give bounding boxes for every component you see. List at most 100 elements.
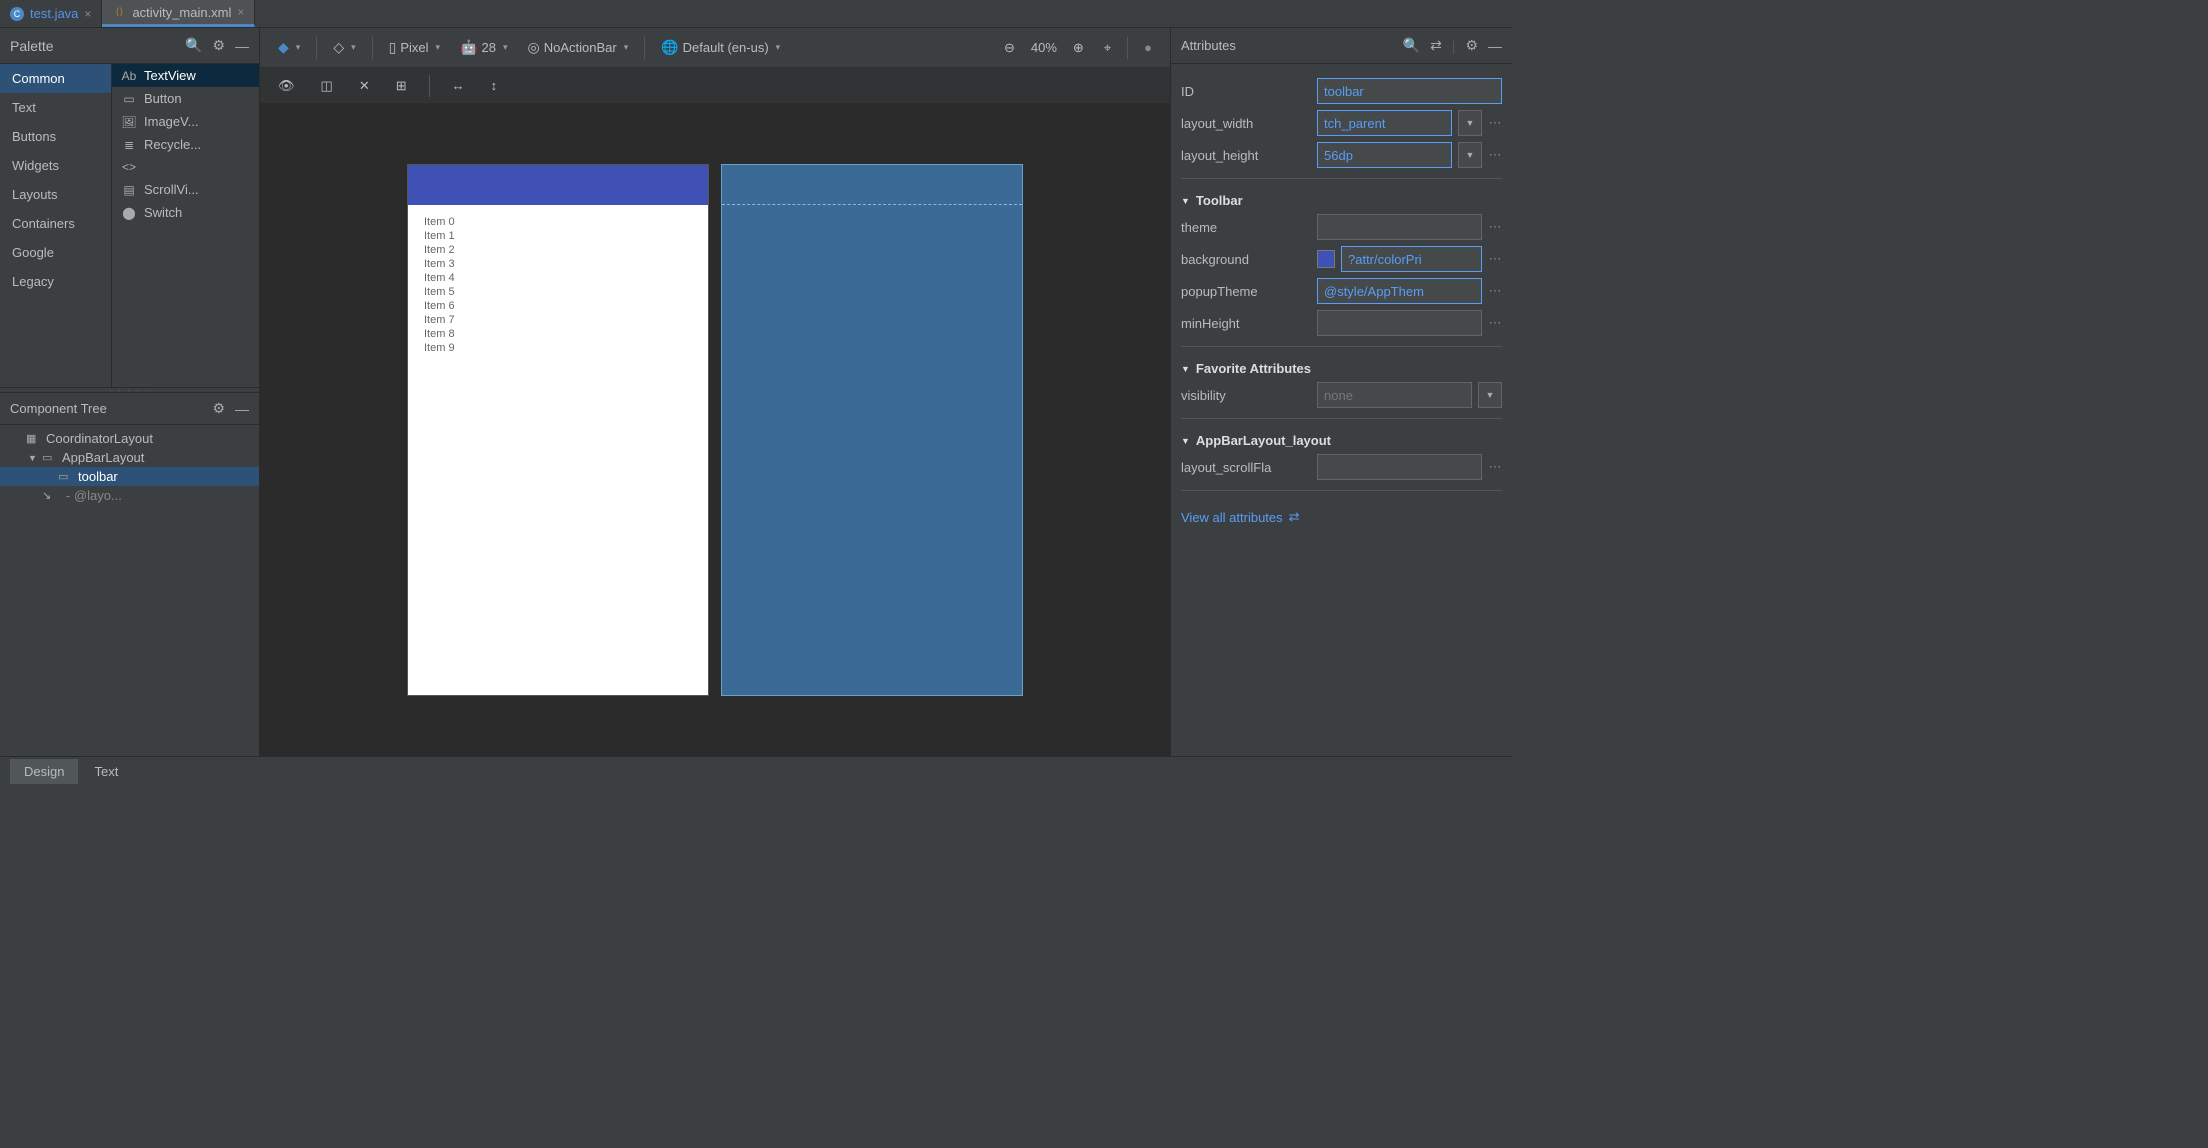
locale-selector[interactable]: 🌐Default (en-us): [653, 35, 788, 60]
design-surface[interactable]: Item 0Item 1Item 2Item 3Item 4Item 5Item…: [260, 104, 1170, 756]
swap-icon: ⇄: [1289, 509, 1300, 525]
tree-row[interactable]: ▦CoordinatorLayout: [0, 429, 259, 448]
tree-label: AppBarLayout: [62, 450, 144, 465]
dropdown-icon[interactable]: ▼: [1478, 382, 1502, 408]
gear-icon[interactable]: ⚙: [1465, 37, 1478, 54]
palette-category-layouts[interactable]: Layouts: [0, 180, 111, 209]
palette-category-text[interactable]: Text: [0, 93, 111, 122]
gear-icon[interactable]: ⚙: [212, 37, 225, 54]
xml-file-icon: ⟨⟩: [112, 5, 126, 19]
tree-row[interactable]: ▼ ▭ AppBarLayout: [0, 448, 259, 467]
attributes-title: Attributes: [1181, 38, 1403, 53]
more-icon[interactable]: ⋯: [1488, 251, 1502, 267]
autoconnect-icon[interactable]: ✕: [351, 74, 378, 98]
more-icon[interactable]: ⋯: [1488, 459, 1502, 475]
device-selector[interactable]: ▯Pixel: [381, 35, 448, 60]
min-height-field[interactable]: [1317, 310, 1482, 336]
search-icon[interactable]: 🔍: [1403, 37, 1420, 54]
api-selector[interactable]: 🤖28: [452, 35, 515, 60]
minimize-icon[interactable]: —: [1488, 38, 1502, 54]
layout-width-field[interactable]: tch_parent: [1317, 110, 1452, 136]
clear-constraints-icon[interactable]: ⊞: [388, 74, 415, 98]
view-all-attributes-link[interactable]: View all attributes⇄: [1181, 509, 1502, 525]
palette-item[interactable]: ▭Button: [112, 87, 259, 110]
more-icon[interactable]: ⋯: [1488, 147, 1502, 163]
blueprint-toolbar[interactable]: [722, 165, 1022, 205]
palette-category-widgets[interactable]: Widgets: [0, 151, 111, 180]
list-item: Item 7: [424, 313, 692, 327]
palette-item-label: ScrollVi...: [144, 182, 199, 197]
search-icon[interactable]: 🔍: [185, 37, 202, 54]
id-field[interactable]: [1317, 78, 1502, 104]
expand-icon[interactable]: ⇄: [1430, 37, 1442, 54]
close-icon[interactable]: ×: [84, 7, 91, 21]
palette-category-legacy[interactable]: Legacy: [0, 267, 111, 296]
palette-item[interactable]: ▤ScrollVi...: [112, 178, 259, 201]
palette-category-common[interactable]: Common: [0, 64, 111, 93]
dropdown-icon[interactable]: ▼: [1458, 142, 1482, 168]
attr-label-width: layout_width: [1181, 116, 1311, 131]
warnings-icon[interactable]: ●: [1136, 36, 1160, 59]
palette-item[interactable]: 🖼ImageV...: [112, 110, 259, 133]
tree-caret-icon[interactable]: ▼: [28, 453, 38, 463]
color-swatch[interactable]: [1317, 250, 1335, 268]
more-icon[interactable]: ⋯: [1488, 115, 1502, 131]
theme-field[interactable]: [1317, 214, 1482, 240]
file-tab-test-java[interactable]: C test.java ×: [0, 0, 102, 27]
scroll-flags-field[interactable]: [1317, 454, 1482, 480]
minimize-icon[interactable]: —: [235, 38, 249, 54]
background-field[interactable]: ?attr/colorPri: [1341, 246, 1482, 272]
zoom-level: 40%: [1027, 40, 1061, 55]
orientation-button[interactable]: ◇: [325, 35, 363, 60]
component-icon: ▭: [58, 470, 74, 483]
list-item: Item 4: [424, 271, 692, 285]
more-icon[interactable]: ⋯: [1488, 283, 1502, 299]
palette-item[interactable]: ≣Recycle...: [112, 133, 259, 156]
section-toolbar[interactable]: ▼Toolbar: [1181, 193, 1502, 208]
dropdown-icon[interactable]: ▼: [1458, 110, 1482, 136]
attr-label-background: background: [1181, 252, 1311, 267]
list-item: Item 0: [424, 215, 692, 229]
section-appbar[interactable]: ▼AppBarLayout_layout: [1181, 433, 1502, 448]
zoom-in-button[interactable]: ⊕: [1065, 36, 1092, 60]
popup-theme-field[interactable]: @style/AppThem: [1317, 278, 1482, 304]
palette-category-google[interactable]: Google: [0, 238, 111, 267]
eye-icon[interactable]: 👁: [270, 74, 303, 98]
palette-item[interactable]: <>: [112, 156, 259, 178]
file-tab-activity-main[interactable]: ⟨⟩ activity_main.xml ×: [102, 0, 255, 27]
gear-icon[interactable]: ⚙: [212, 400, 225, 417]
zoom-out-button[interactable]: ⊖: [996, 36, 1023, 60]
list-item: Item 1: [424, 229, 692, 243]
expand-horizontal-icon[interactable]: ↔: [444, 74, 473, 97]
more-icon[interactable]: ⋯: [1488, 315, 1502, 331]
tab-design[interactable]: Design: [10, 759, 78, 784]
preview-toolbar[interactable]: [408, 165, 708, 205]
palette-item[interactable]: AbTextView: [112, 64, 259, 87]
component-tree-header: Component Tree ⚙ —: [0, 393, 259, 425]
design-preview[interactable]: Item 0Item 1Item 2Item 3Item 4Item 5Item…: [408, 165, 708, 695]
tree-row[interactable]: ↘- @layo...: [0, 486, 259, 505]
palette-item-label: Button: [144, 91, 182, 106]
tab-label: activity_main.xml: [132, 5, 231, 20]
more-icon[interactable]: ⋯: [1488, 219, 1502, 235]
expand-vertical-icon[interactable]: ↕: [483, 74, 506, 97]
layout-height-field[interactable]: 56dp: [1317, 142, 1452, 168]
palette-item[interactable]: ⬤Switch: [112, 201, 259, 224]
palette-category-containers[interactable]: Containers: [0, 209, 111, 238]
design-surface-button[interactable]: ◆: [270, 35, 308, 60]
blueprint-preview[interactable]: [722, 165, 1022, 695]
zoom-fit-button[interactable]: ⌖: [1096, 36, 1119, 60]
section-favorites[interactable]: ▼Favorite Attributes: [1181, 361, 1502, 376]
attr-label-visibility: visibility: [1181, 388, 1311, 403]
palette-category-buttons[interactable]: Buttons: [0, 122, 111, 151]
minimize-icon[interactable]: —: [235, 401, 249, 417]
tab-text[interactable]: Text: [80, 759, 132, 784]
blueprint-mode-icon[interactable]: ◫: [313, 74, 341, 98]
tree-row[interactable]: ▭toolbar: [0, 467, 259, 486]
palette-item-label: ImageV...: [144, 114, 198, 129]
visibility-field[interactable]: none: [1317, 382, 1472, 408]
palette-item-label: TextView: [144, 68, 196, 83]
theme-selector[interactable]: ◎NoActionBar: [520, 35, 637, 60]
close-icon[interactable]: ×: [237, 5, 244, 19]
component-icon: ▭: [42, 451, 58, 464]
